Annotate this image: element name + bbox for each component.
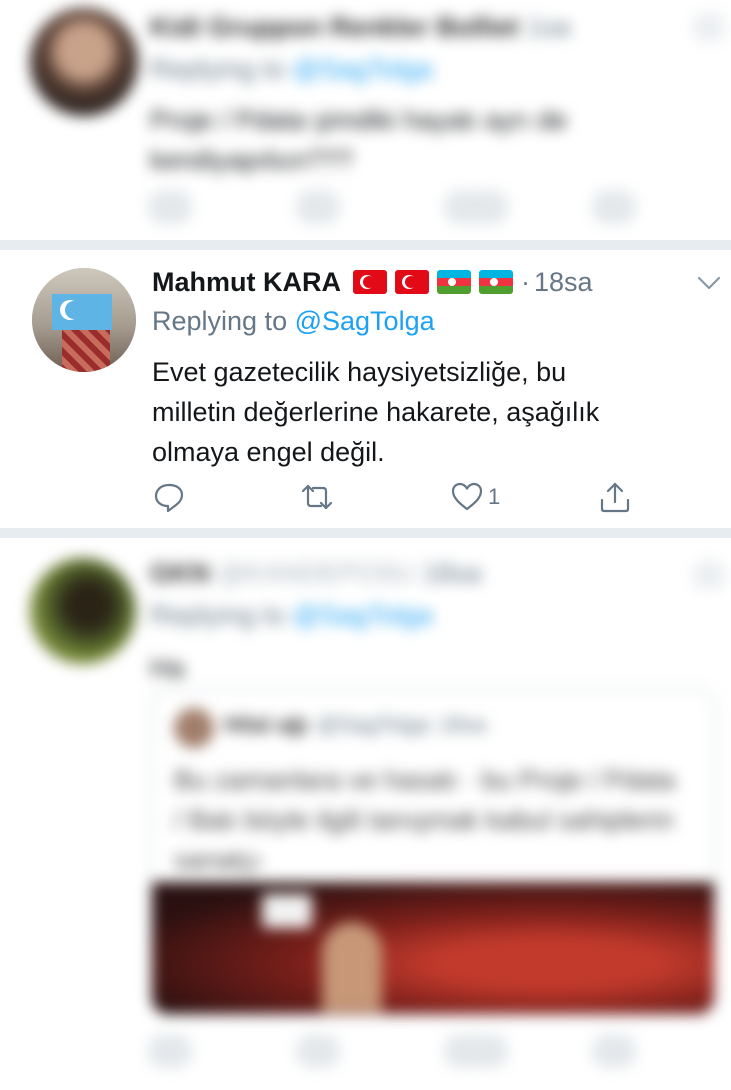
- turkey-flag-icon: [353, 270, 387, 294]
- mention-link[interactable]: @SagTolga: [295, 306, 435, 336]
- quoted-author-name: Hilal ağı: [224, 712, 309, 737]
- author-name[interactable]: Mahmut KARA: [152, 267, 341, 298]
- reply-icon[interactable]: [148, 190, 192, 224]
- chevron-down-icon[interactable]: [692, 12, 726, 42]
- author-name[interactable]: GKN: [150, 558, 210, 589]
- tweet-text-line: milletin değerlerine hakarete, aşağılık: [152, 397, 600, 427]
- author-name[interactable]: Kidi Gruppon Renkler Bolliet: [150, 12, 519, 43]
- like-count: 1: [488, 484, 501, 509]
- share-icon[interactable]: [592, 1034, 636, 1068]
- chevron-down-icon[interactable]: [694, 268, 724, 298]
- mention-link[interactable]: @SagTolga: [293, 600, 433, 630]
- heart-icon[interactable]: [444, 190, 508, 224]
- retweet-icon[interactable]: [296, 1034, 340, 1068]
- avatar[interactable]: [30, 558, 136, 664]
- handle: @KANDEPOSU: [218, 558, 415, 588]
- quoted-tweet[interactable]: Hilal ağı @SagTolga 18sa Bu zamanlara ve…: [150, 688, 716, 1016]
- tweet-header: Kidi Gruppon Renkler Bolliet 1sa: [150, 12, 571, 43]
- tweet-bottom[interactable]: GKN @KANDEPOSU 18sa Replying to @SagTolg…: [0, 538, 731, 1090]
- tweet-text: Proje / Pdata şimdiki hayatı ayrı de ken…: [150, 105, 568, 175]
- tweet-top[interactable]: Kidi Gruppon Renkler Bolliet 1sa Replyin…: [0, 0, 731, 240]
- reply-icon: [154, 483, 184, 513]
- replying-to: Replying to @SagTolga: [150, 600, 433, 631]
- timestamp[interactable]: 1sa: [527, 12, 571, 43]
- tweet-header: Mahmut KARA · 18sa: [152, 264, 593, 300]
- tweet-text: Ha: [150, 653, 185, 683]
- retweet-icon: [301, 484, 333, 510]
- tweet-text-line: Evet gazetecilik haysiyetsizliğe, bu: [152, 357, 567, 387]
- share-icon[interactable]: [592, 190, 636, 224]
- mention-link[interactable]: @SagTolga: [293, 54, 433, 84]
- replying-to: Replying to @SagTolga: [152, 306, 435, 337]
- azerbaijan-flag-icon: [479, 270, 513, 294]
- avatar[interactable]: [32, 268, 136, 372]
- divider: [0, 240, 731, 250]
- quoted-handle: @SagTolga: [316, 712, 431, 737]
- retweet-icon[interactable]: [296, 190, 340, 224]
- avatar: [174, 708, 214, 748]
- chevron-down-icon[interactable]: [692, 560, 726, 590]
- heart-icon: [451, 482, 483, 511]
- share-button[interactable]: [598, 480, 632, 514]
- quoted-timestamp: 18sa: [438, 712, 487, 737]
- replying-to: Replying to @SagTolga: [150, 54, 433, 85]
- share-icon: [600, 482, 630, 513]
- azerbaijan-flag-icon: [437, 270, 471, 294]
- heart-icon[interactable]: [444, 1034, 508, 1068]
- tweet-text-line: olmaya engel değil.: [152, 437, 385, 467]
- timestamp[interactable]: 18sa: [534, 267, 593, 298]
- replying-prefix: Replying to: [150, 600, 286, 630]
- replying-prefix: Replying to: [150, 54, 286, 84]
- quoted-header: Hilal ağı @SagTolga 18sa: [224, 712, 486, 738]
- separator: ·: [521, 266, 530, 297]
- tweet-header: GKN @KANDEPOSU 18sa: [150, 558, 482, 589]
- tweet-text: Evet gazetecilik haysiyetsizliğe, bu mil…: [152, 352, 712, 472]
- quoted-media-image[interactable]: [152, 882, 714, 1014]
- reply-icon[interactable]: [148, 1034, 192, 1068]
- retweet-button[interactable]: [300, 480, 334, 514]
- reply-button[interactable]: [152, 480, 186, 514]
- quoted-text: Bu zamanlara ve hasatı · bu Proje / Pdat…: [174, 765, 676, 875]
- tweet-main[interactable]: Mahmut KARA · 18sa Replying to @SagTolga…: [0, 250, 731, 528]
- replying-prefix: Replying to: [152, 306, 288, 336]
- flag-emojis: [353, 270, 513, 294]
- turkey-flag-icon: [395, 270, 429, 294]
- like-button[interactable]: 1: [450, 480, 500, 514]
- timestamp[interactable]: 18sa: [423, 558, 482, 589]
- divider: [0, 528, 731, 538]
- avatar[interactable]: [30, 8, 138, 116]
